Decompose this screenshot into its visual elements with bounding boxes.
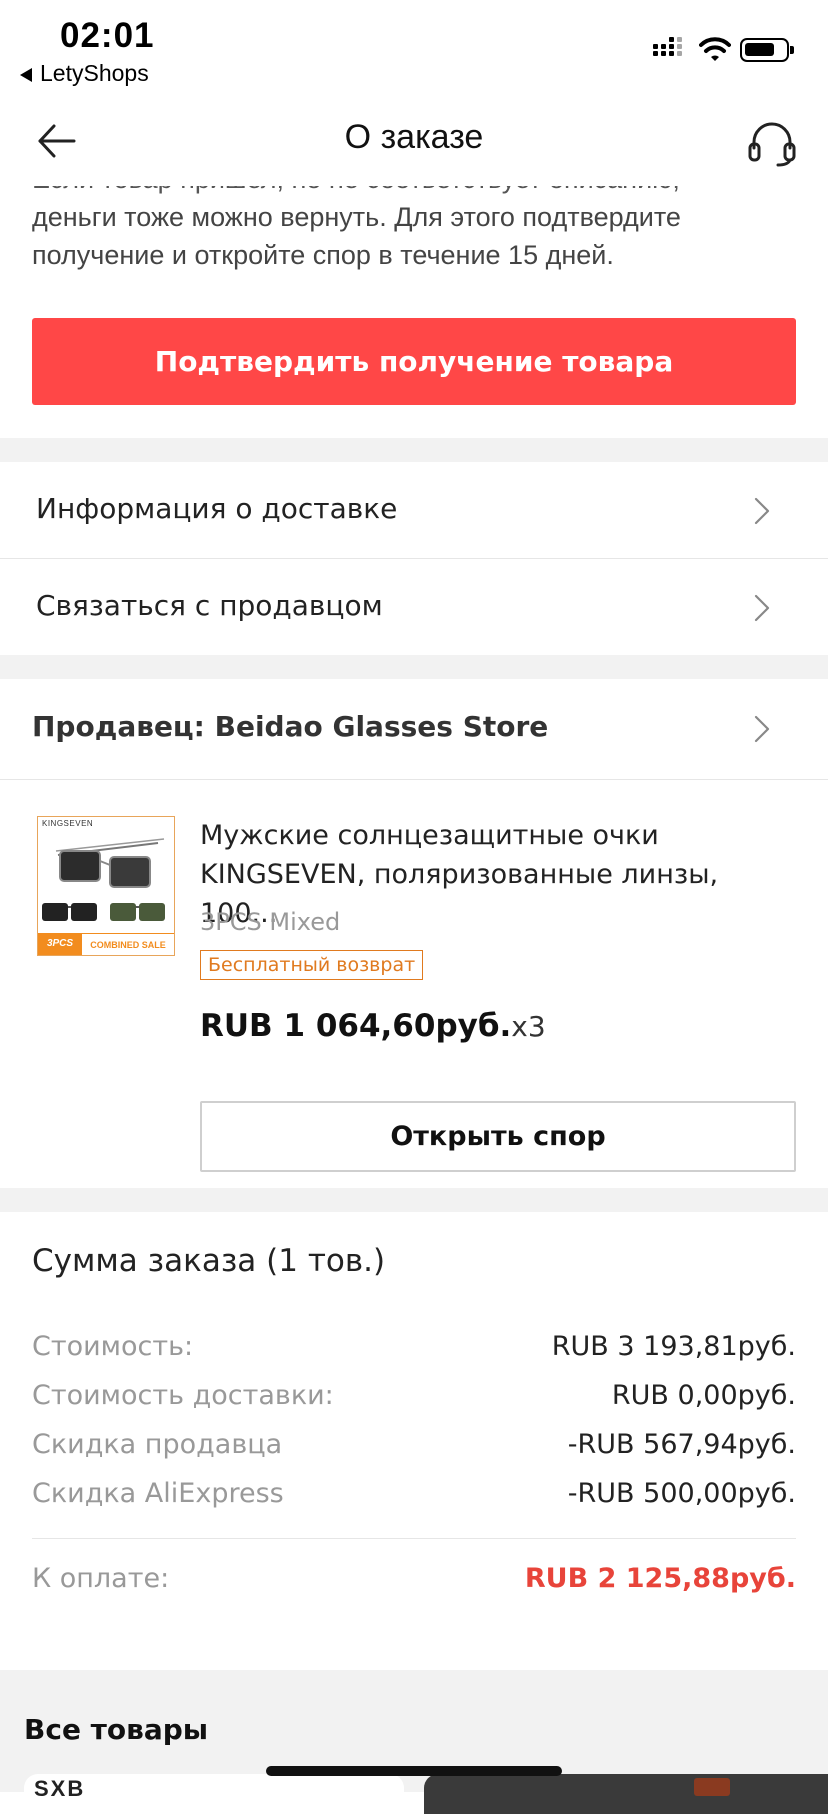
summary-row-shipping: Стоимость доставки: RUB 0,00руб. (32, 1380, 796, 1420)
summary-value: -RUB 500,00руб. (567, 1478, 796, 1509)
all-products-title: Все товары (24, 1713, 209, 1746)
delivery-info-row[interactable]: Информация о доставке (0, 462, 828, 558)
chevron-right-icon (754, 497, 770, 525)
summary-label: Стоимость доставки: (32, 1380, 334, 1411)
sunglasses-image (42, 838, 165, 921)
summary-label: Скидка продавца (32, 1429, 283, 1460)
home-indicator[interactable] (266, 1766, 562, 1776)
delivery-info-label: Информация о доставке (36, 492, 398, 525)
total-value: RUB 2 125,88руб. (524, 1563, 796, 1594)
summary-row-ali-discount: Скидка AliExpress -RUB 500,00руб. (32, 1478, 796, 1518)
section-gap (0, 438, 828, 462)
thumbnail-tag-left: 3PCS (38, 933, 82, 955)
headset-icon[interactable] (746, 118, 798, 168)
summary-row-cost: Стоимость: RUB 3 193,81руб. (32, 1331, 796, 1371)
contact-seller-row[interactable]: Связаться с продавцом (0, 559, 828, 655)
card-product-image (694, 1778, 730, 1796)
summary-row-total: К оплате: RUB 2 125,88руб. (32, 1563, 796, 1603)
price-value: RUB 1 064,60руб. (200, 1008, 512, 1044)
chevron-right-icon (754, 715, 770, 743)
free-return-badge: Бесплатный возврат (200, 950, 424, 980)
seller-name[interactable]: Продавец: Beidao Glasses Store (32, 710, 548, 743)
summary-value: RUB 3 193,81руб. (551, 1331, 796, 1362)
thumbnail-tag-right: COMBINED SALE (82, 933, 174, 955)
section-gap (0, 655, 828, 679)
page-title: О заказе (344, 118, 484, 156)
summary-value: RUB 0,00руб. (611, 1380, 796, 1411)
product-quantity: x3 (511, 1010, 546, 1043)
notice-line-3: получение и откройте спор в течение 15 д… (32, 240, 614, 270)
section-gap (0, 1188, 828, 1212)
product-card[interactable]: SXB (24, 1774, 404, 1814)
nav-header: О заказе (0, 96, 828, 186)
status-time: 02:01 (60, 16, 155, 55)
back-to-app-link[interactable]: LetyShops (20, 60, 149, 87)
back-triangle-icon (20, 67, 32, 82)
total-label: К оплате: (32, 1563, 170, 1594)
battery-icon (740, 38, 794, 62)
summary-label: Скидка AliExpress (32, 1478, 284, 1509)
card-brand-logo: SXB (34, 1776, 86, 1801)
contact-seller-label: Связаться с продавцом (36, 589, 383, 622)
product-price: RUB 1 064,60руб.x3 (200, 1008, 546, 1044)
cellular-signal-icon (653, 37, 687, 61)
summary-value: -RUB 567,94руб. (567, 1429, 796, 1460)
product-thumbnail[interactable]: KINGSEVEN 3PCS COMBINED SALE (37, 816, 175, 956)
confirm-receipt-button[interactable]: Подтвердить получение товара (32, 318, 796, 405)
order-summary-title: Сумма заказа (1 тов.) (32, 1243, 386, 1279)
open-dispute-button[interactable]: Открыть спор (200, 1101, 796, 1172)
chevron-right-icon (754, 594, 770, 622)
product-card[interactable] (424, 1774, 828, 1814)
divider (32, 1538, 796, 1539)
notice-line-2: деньги тоже можно вернуть. Для этого под… (32, 202, 681, 232)
summary-label: Стоимость: (32, 1331, 194, 1362)
summary-row-seller-discount: Скидка продавца -RUB 567,94руб. (32, 1429, 796, 1469)
back-app-label: LetyShops (40, 60, 149, 86)
wifi-icon (699, 37, 731, 61)
divider (0, 779, 828, 780)
product-variant: 3PCS Mixed (200, 908, 341, 936)
status-bar: 02:01 LetyShops (0, 0, 828, 96)
